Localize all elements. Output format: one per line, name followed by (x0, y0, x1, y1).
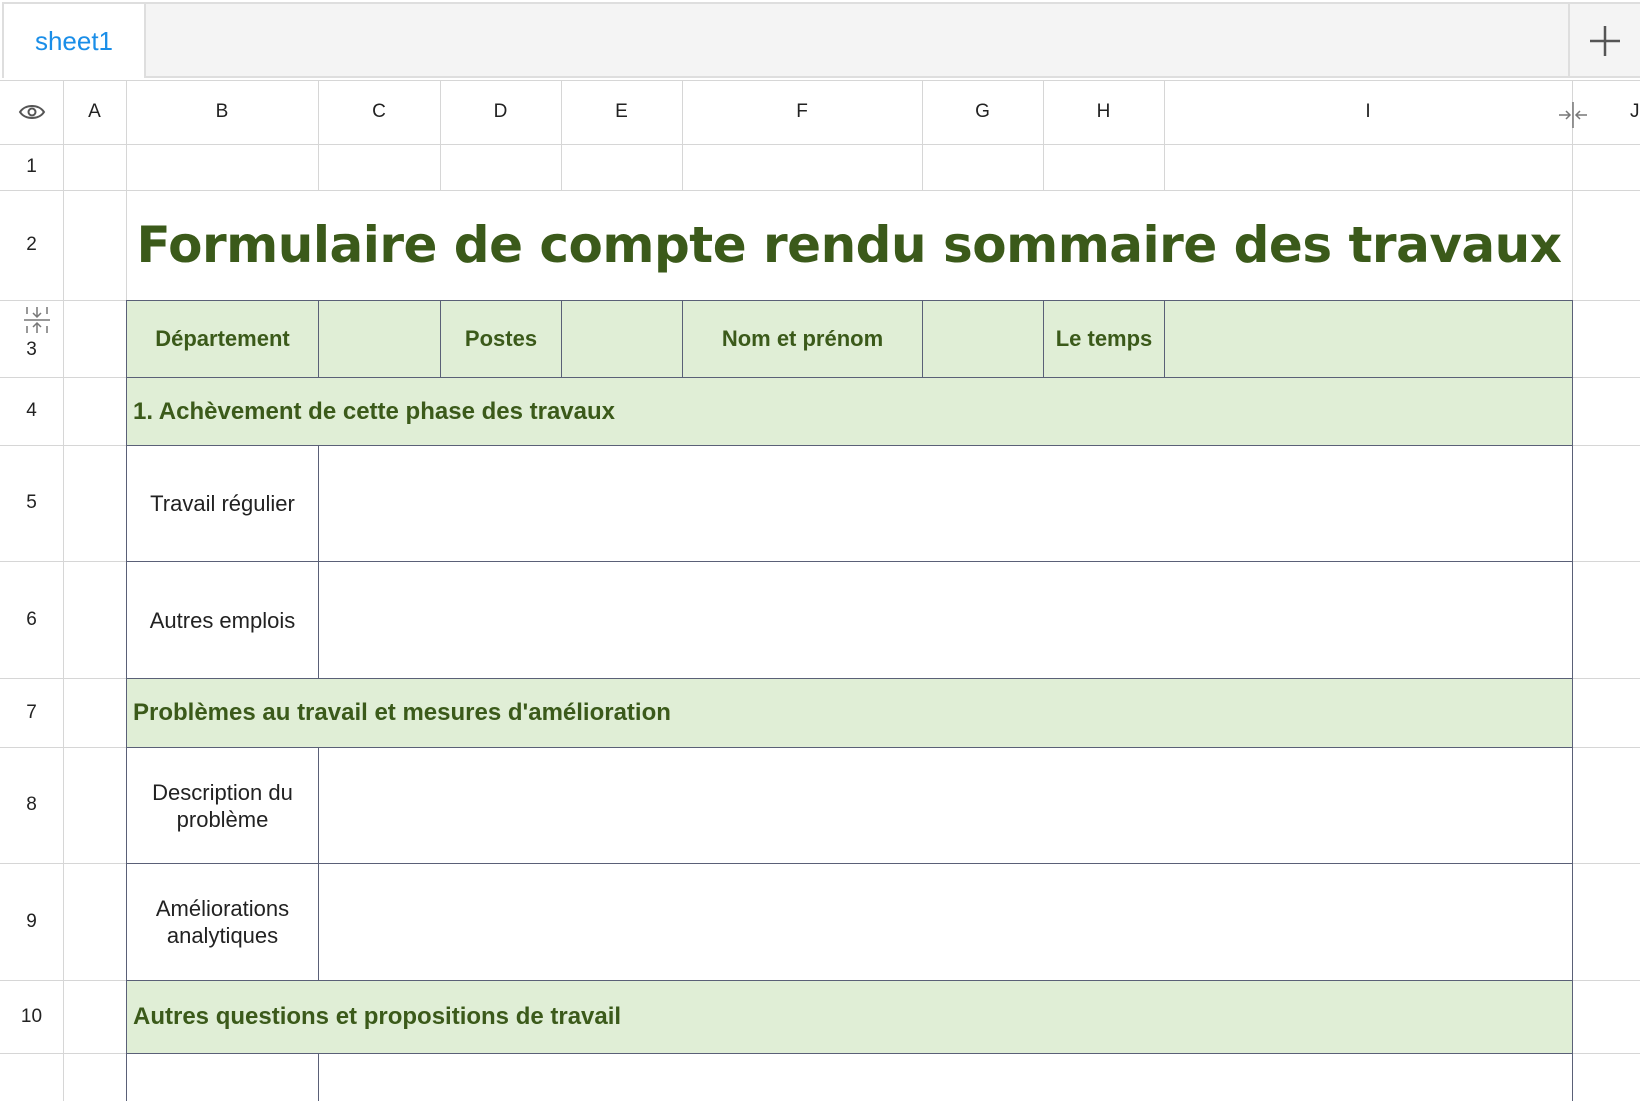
section-work-completion[interactable]: 1. Achèvement de cette phase des travaux (126, 377, 1573, 446)
column-header-g[interactable]: G (922, 80, 1043, 144)
add-sheet-button[interactable] (1568, 4, 1640, 78)
header-posts[interactable]: Postes (440, 300, 562, 378)
input-regular-work[interactable] (318, 445, 1573, 562)
row-header-4[interactable]: 4 (0, 377, 63, 445)
column-header-h[interactable]: H (1043, 80, 1164, 144)
input-row11[interactable] (318, 1053, 1573, 1101)
collapse-columns-icon[interactable] (1558, 102, 1588, 128)
input-problem-description[interactable] (318, 747, 1573, 864)
collapse-rows-icon[interactable] (24, 306, 50, 334)
column-header-c[interactable]: C (318, 80, 440, 144)
row-header-9[interactable]: 9 (0, 863, 63, 980)
row-header-5[interactable]: 5 (0, 445, 63, 561)
label-regular-work[interactable]: Travail régulier (126, 445, 319, 562)
header-department-value[interactable] (318, 300, 441, 378)
select-all-corner[interactable] (0, 80, 63, 144)
label-other-jobs[interactable]: Autres emplois (126, 561, 319, 679)
row-header-10[interactable]: 10 (0, 980, 63, 1053)
column-header-j[interactable]: J (1610, 80, 1640, 144)
eye-icon (18, 105, 45, 119)
row-header-1[interactable]: 1 (0, 144, 63, 190)
section-problems-improvements[interactable]: Problèmes au travail et mesures d'amélio… (126, 678, 1573, 748)
row-header-8[interactable]: 8 (0, 747, 63, 863)
row-header-7[interactable]: 7 (0, 678, 63, 747)
column-header-f[interactable]: F (682, 80, 922, 144)
tab-sheet1[interactable]: sheet1 (2, 4, 146, 78)
header-department[interactable]: Département (126, 300, 319, 378)
section-other-questions[interactable]: Autres questions et propositions de trav… (126, 980, 1573, 1054)
input-other-jobs[interactable] (318, 561, 1573, 679)
input-analytical-improvements[interactable] (318, 863, 1573, 981)
label-analytical-improvements[interactable]: Améliorations analytiques (126, 863, 319, 981)
column-header-b[interactable]: B (126, 80, 318, 144)
spreadsheet-grid[interactable]: A B C D E F G H I J 1 2 3 4 5 6 7 8 9 10… (0, 80, 1640, 1101)
header-time[interactable]: Le temps (1043, 300, 1165, 378)
column-header-e[interactable]: E (561, 80, 682, 144)
sheet-tab-bar: sheet1 (2, 2, 1640, 78)
header-posts-value[interactable] (561, 300, 683, 378)
column-header-d[interactable]: D (440, 80, 561, 144)
column-header-a[interactable]: A (63, 80, 126, 144)
plus-icon (1590, 26, 1620, 56)
row-header-6[interactable]: 6 (0, 561, 63, 678)
form-title[interactable]: Formulaire de compte rendu sommaire des … (126, 190, 1572, 300)
header-name[interactable]: Nom et prénom (682, 300, 923, 378)
label-row11[interactable] (126, 1053, 319, 1101)
header-time-value[interactable] (1164, 300, 1573, 378)
header-name-value[interactable] (922, 300, 1044, 378)
row-header-2[interactable]: 2 (0, 190, 63, 300)
label-problem-description[interactable]: Description du problème (126, 747, 319, 864)
column-header-i[interactable]: I (1164, 80, 1572, 144)
